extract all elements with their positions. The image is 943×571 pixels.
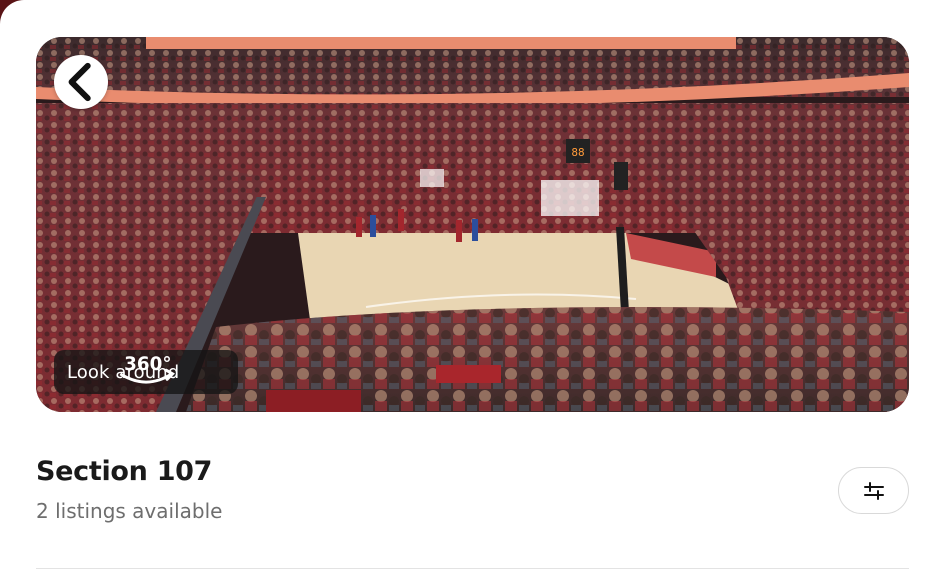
section-panel: 88 Look around 360° Section 107 2 listin…	[0, 0, 943, 571]
sliders-icon	[863, 481, 884, 500]
chevron-left-icon	[68, 62, 91, 102]
look-around-button[interactable]: Look around 360°	[54, 350, 238, 394]
divider	[36, 568, 909, 569]
shot-clock-text: 88	[571, 146, 584, 159]
section-title: Section 107	[36, 456, 213, 487]
section-view-image[interactable]: 88 Look around 360°	[36, 37, 909, 412]
back-button[interactable]	[54, 55, 108, 109]
360-icon-text: 360°	[124, 354, 171, 375]
filter-button[interactable]	[838, 467, 909, 514]
listings-count: 2 listings available	[36, 499, 223, 523]
